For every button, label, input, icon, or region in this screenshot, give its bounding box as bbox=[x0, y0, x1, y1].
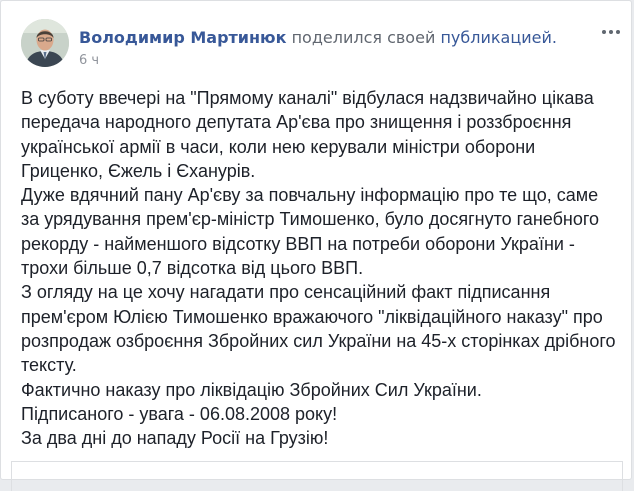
shared-post-link[interactable]: публикацией. bbox=[440, 28, 557, 47]
more-horizontal-icon[interactable] bbox=[600, 21, 622, 43]
post-card: Володимир Мартинюк поделился своей публи… bbox=[0, 0, 632, 491]
shared-post-preview[interactable] bbox=[11, 461, 623, 491]
post-paragraph: За два дні до нападу Росії на Грузію! bbox=[21, 428, 329, 449]
share-action-text: поделился своей bbox=[291, 28, 436, 47]
avatar[interactable] bbox=[21, 19, 69, 67]
post-paragraph: Фактично наказу про ліквідацію Збройних … bbox=[21, 379, 482, 400]
post-timestamp[interactable]: 6 ч bbox=[79, 53, 99, 68]
post-paragraph: З огляду на це хочу нагадати про сенсаці… bbox=[21, 282, 616, 376]
author-name[interactable]: Володимир Мартинюк bbox=[79, 28, 286, 47]
profile-photo bbox=[21, 19, 69, 67]
post-paragraph: Дуже вдячний пану Ар'єву за повчальну ін… bbox=[21, 185, 600, 279]
post-header: Володимир Мартинюк поделился своей публи… bbox=[79, 28, 557, 48]
post-paragraph: Підписаного - увага - 06.08.2008 року! bbox=[21, 403, 338, 424]
post-body: В суботу ввечері на "Прямому каналі" від… bbox=[21, 86, 621, 450]
post-paragraph: В суботу ввечері на "Прямому каналі" від… bbox=[21, 88, 594, 181]
